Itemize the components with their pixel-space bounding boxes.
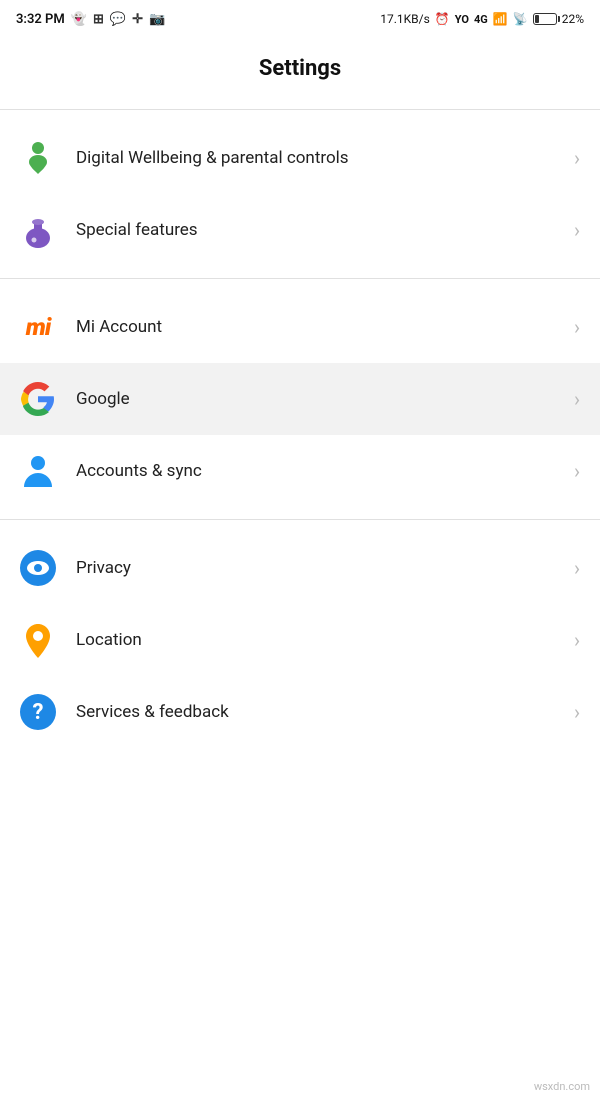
wellbeing-icon — [20, 140, 56, 176]
network-speed: 17.1KB/s — [380, 12, 430, 26]
chevron-icon: › — [574, 315, 580, 339]
menu-item-google[interactable]: Google › — [0, 363, 600, 435]
privacy-icon-wrap — [16, 546, 60, 590]
chevron-icon: › — [574, 218, 580, 242]
services-icon: ? — [20, 694, 56, 730]
special-features-icon-wrap — [16, 208, 60, 252]
signal-4g-icon: 4G — [474, 13, 488, 26]
status-bar: 3:32 PM 👻 ⊞ 💬 ✛ 📷 17.1KB/s ⏰ YO 4G 📶 📡 2… — [0, 0, 600, 36]
menu-item-accounts-sync[interactable]: Accounts & sync › — [0, 435, 600, 507]
eye-white — [27, 561, 49, 575]
snapchat-icon: 👻 — [71, 12, 87, 27]
accounts-sync-icon-wrap — [16, 449, 60, 493]
battery-icon — [533, 13, 557, 25]
menu-item-location[interactable]: Location › — [0, 604, 600, 676]
menu-item-special-features[interactable]: Special features › — [0, 194, 600, 266]
chevron-icon: › — [574, 700, 580, 724]
phone-icon: ✛ — [132, 12, 143, 27]
google-label: Google — [76, 388, 566, 410]
menu-item-mi-account[interactable]: mi Mi Account › — [0, 291, 600, 363]
data-icon: YO — [455, 13, 469, 26]
section-wellbeing: Digital Wellbeing & parental controls › … — [0, 114, 600, 274]
privacy-icon — [20, 550, 56, 586]
divider-bottom-1 — [0, 278, 600, 279]
location-icon — [22, 622, 54, 658]
menu-item-digital-wellbeing[interactable]: Digital Wellbeing & parental controls › — [0, 122, 600, 194]
whatsapp-icon: 💬 — [110, 12, 126, 27]
mi-account-label: Mi Account — [76, 316, 566, 338]
services-icon-wrap: ? — [16, 690, 60, 734]
chevron-icon: › — [574, 146, 580, 170]
status-left: 3:32 PM 👻 ⊞ 💬 ✛ 📷 — [16, 12, 165, 27]
battery-percent: 22% — [562, 12, 584, 26]
page-title: Settings — [0, 36, 600, 105]
grid-icon: ⊞ — [93, 12, 104, 27]
watermark: wsxdn.com — [534, 1080, 590, 1093]
special-features-icon — [21, 212, 55, 248]
privacy-label: Privacy — [76, 557, 566, 579]
wellbeing-icon-wrap — [16, 136, 60, 180]
chevron-icon: › — [574, 628, 580, 652]
status-right: 17.1KB/s ⏰ YO 4G 📶 📡 22% — [380, 12, 584, 26]
location-label: Location — [76, 629, 566, 651]
section-privacy: Privacy › Location › ? Services & feedba… — [0, 524, 600, 756]
special-features-label: Special features — [76, 219, 566, 241]
divider-bottom-2 — [0, 519, 600, 520]
divider-top-1 — [0, 109, 600, 110]
mi-account-icon-wrap: mi — [16, 305, 60, 349]
chevron-icon: › — [574, 459, 580, 483]
eye-pupil — [34, 564, 42, 572]
services-feedback-label: Services & feedback — [76, 701, 566, 723]
menu-item-services-feedback[interactable]: ? Services & feedback › — [0, 676, 600, 748]
google-icon-wrap — [16, 377, 60, 421]
accounts-sync-label: Accounts & sync — [76, 460, 566, 482]
mi-icon: mi — [26, 313, 50, 341]
menu-item-privacy[interactable]: Privacy › — [0, 532, 600, 604]
google-icon — [21, 382, 55, 416]
location-icon-wrap — [16, 618, 60, 662]
status-time: 3:32 PM — [16, 12, 65, 27]
chevron-icon: › — [574, 556, 580, 580]
accounts-sync-icon — [20, 453, 56, 489]
instagram-icon: 📷 — [149, 12, 165, 27]
wifi-icon: 📡 — [513, 12, 528, 26]
digital-wellbeing-label: Digital Wellbeing & parental controls — [76, 147, 566, 169]
section-accounts: mi Mi Account › Google › Accounts & sync — [0, 283, 600, 515]
alarm-icon: ⏰ — [435, 12, 450, 26]
chevron-icon: › — [574, 387, 580, 411]
signal-bars-icon: 📶 — [493, 12, 508, 26]
